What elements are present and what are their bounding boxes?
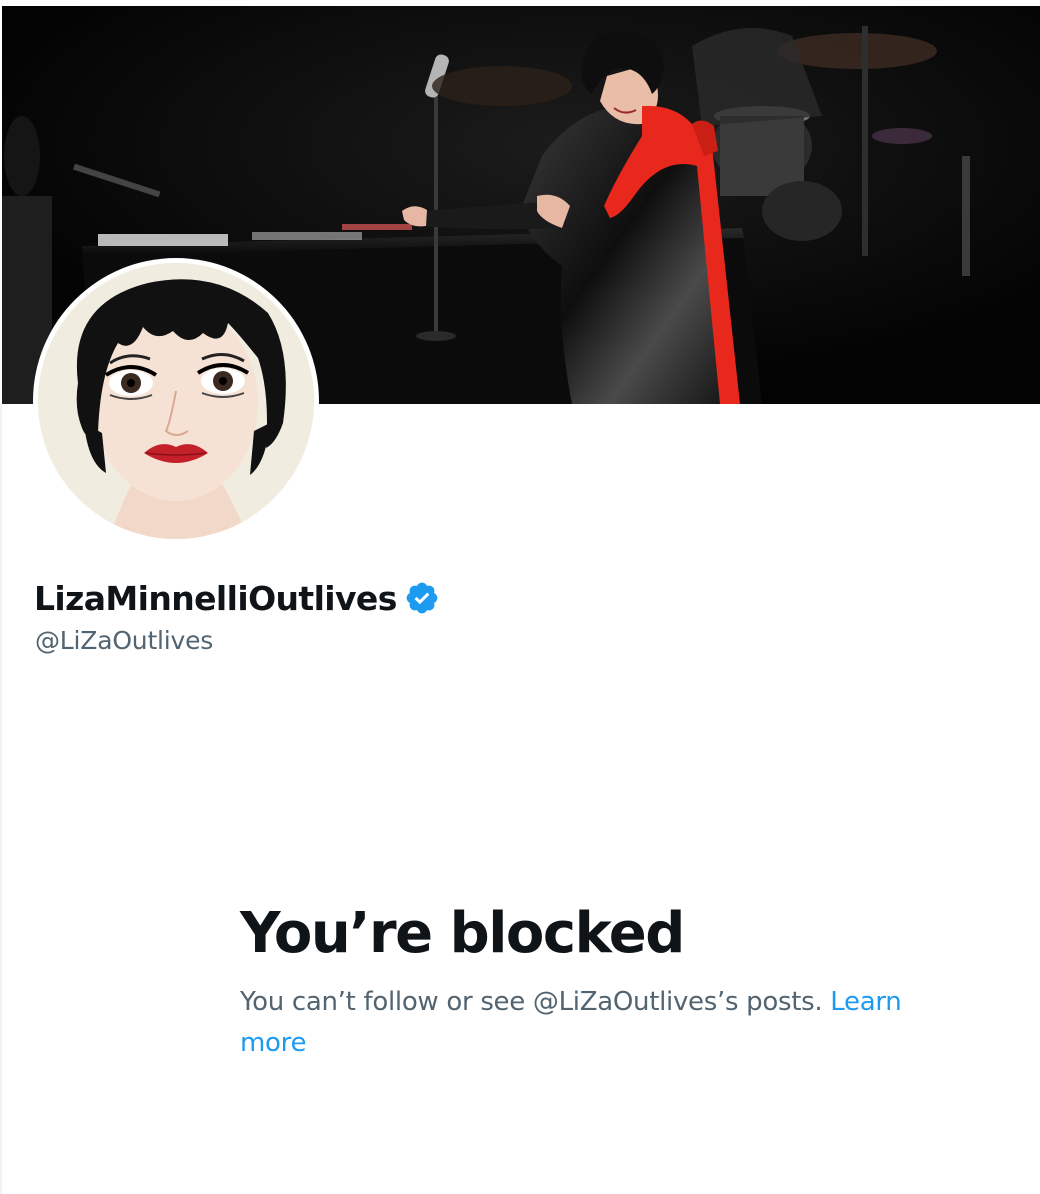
content-left-border — [0, 404, 2, 1194]
blocked-description: You can’t follow or see @LiZaOutlives’s … — [240, 982, 970, 1064]
blocked-notice: You’re blocked You can’t follow or see @… — [240, 898, 970, 1064]
avatar[interactable] — [38, 263, 314, 539]
display-name-row: LizaMinnelliOutlives — [34, 574, 440, 622]
blocked-description-text: You can’t follow or see @LiZaOutlives’s … — [240, 987, 823, 1017]
avatar-portrait — [38, 263, 314, 539]
display-name: LizaMinnelliOutlives — [34, 578, 397, 618]
verified-badge-icon[interactable] — [404, 580, 440, 616]
blocked-title: You’re blocked — [240, 901, 685, 966]
avatar-ring[interactable] — [33, 258, 319, 544]
profile-handle: @LiZaOutlives — [35, 626, 214, 655]
profile-page: LizaMinnelliOutlives @LiZaOutlives You’r… — [0, 0, 1040, 1194]
